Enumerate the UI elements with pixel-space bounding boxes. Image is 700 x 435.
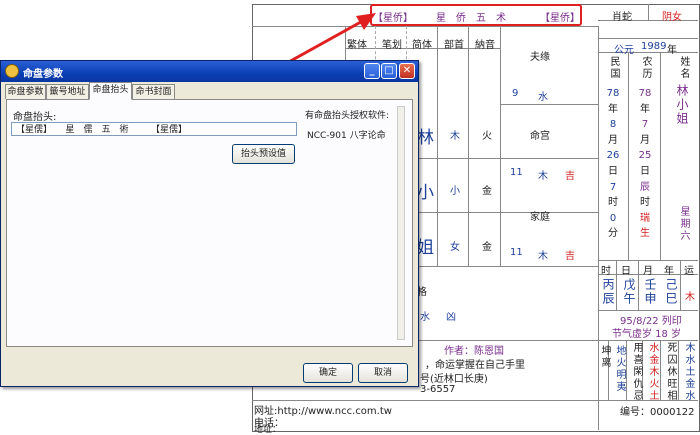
license-scrollbar[interactable] xyxy=(397,106,405,340)
close-button[interactable]: ✕ xyxy=(399,63,415,79)
tab-book-cover[interactable]: 命书封面 xyxy=(132,84,175,99)
header-text-input[interactable]: 【星儒】 星 儒 五 術 【星儒】 xyxy=(11,122,297,136)
license-item: NCC-901 八字论命 xyxy=(307,131,386,141)
tab-chart-header[interactable]: 命盘抬头 xyxy=(89,82,132,100)
tab-label-address[interactable]: 籤号地址 xyxy=(46,84,89,99)
tab-chart-params[interactable]: 命盘参数 xyxy=(5,84,46,99)
dialog-titlebar[interactable]: 命盘参数 _ □ ✕ xyxy=(1,61,418,82)
ok-button[interactable]: 确定 xyxy=(303,363,353,383)
dialog-title: 命盘参数 xyxy=(23,69,63,80)
maximize-button[interactable]: □ xyxy=(381,63,397,79)
settings-dialog: 命盘参数 _ □ ✕ 命盘参数 籤号地址 命盘抬头 命书封面 命盘抬头: 【星儒… xyxy=(0,60,419,387)
cancel-button[interactable]: 取消 xyxy=(358,363,408,383)
license-label: 有命盘抬头授权软件: xyxy=(305,111,390,121)
field-label: 命盘抬头: xyxy=(13,112,57,123)
minimize-button[interactable]: _ xyxy=(364,63,380,79)
tab-panel: 命盘抬头: 【星儒】 星 儒 五 術 【星儒】 抬头预设值 有命盘抬头授权软件:… xyxy=(6,99,413,347)
app-icon xyxy=(5,64,19,78)
preset-button[interactable]: 抬头预设值 xyxy=(232,144,295,164)
